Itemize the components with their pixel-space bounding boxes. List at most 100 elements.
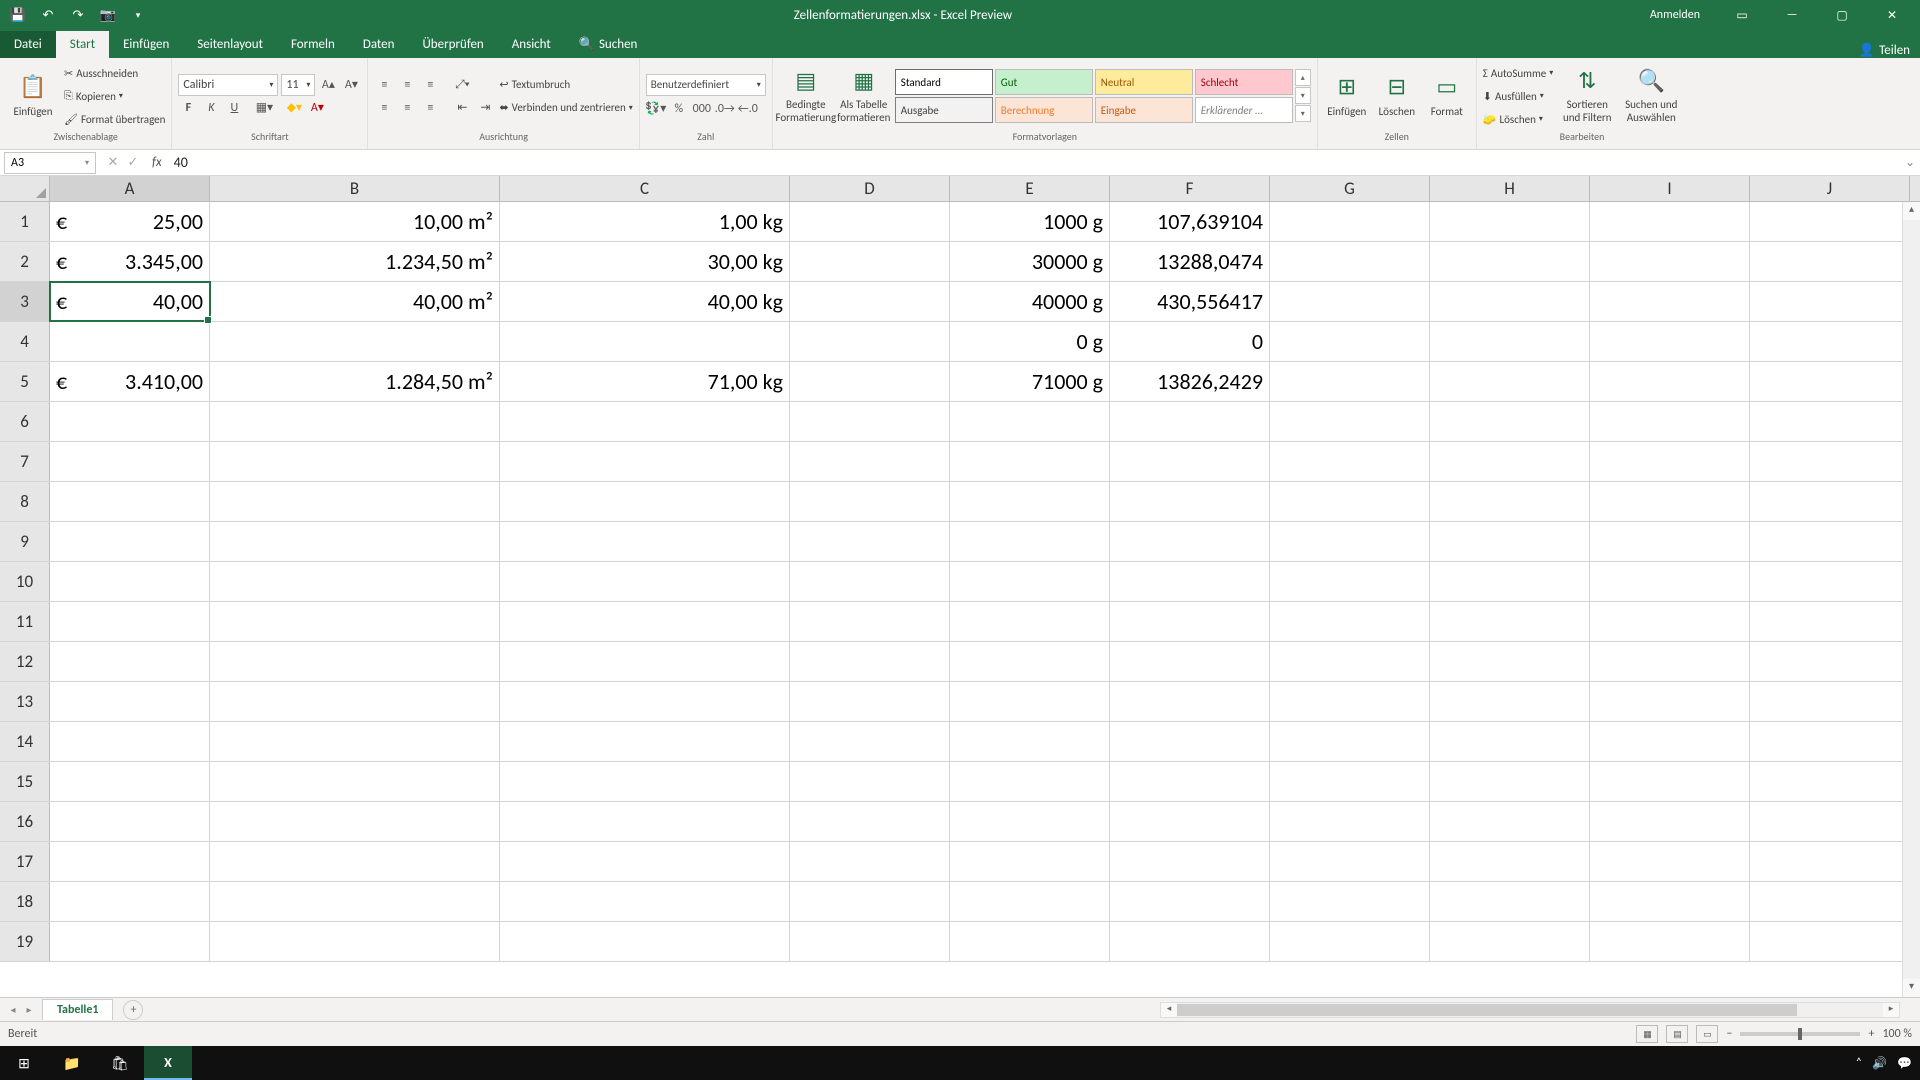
- cell-J19[interactable]: [1750, 922, 1910, 961]
- cell-E16[interactable]: [950, 802, 1110, 841]
- cell-G7[interactable]: [1270, 442, 1430, 481]
- cell-D13[interactable]: [790, 682, 950, 721]
- col-header-I[interactable]: I: [1590, 176, 1750, 201]
- cell-G6[interactable]: [1270, 402, 1430, 441]
- cell-I17[interactable]: [1590, 842, 1750, 881]
- cell-A1[interactable]: €25,00: [50, 202, 210, 241]
- row-header-2[interactable]: 2: [0, 242, 50, 281]
- row-header-9[interactable]: 9: [0, 522, 50, 561]
- cell-J18[interactable]: [1750, 882, 1910, 921]
- align-right-icon[interactable]: ≡: [420, 98, 440, 118]
- format-as-table-button[interactable]: ▦Als Tabelle formatieren: [837, 63, 891, 129]
- row-header-16[interactable]: 16: [0, 802, 50, 841]
- row-header-15[interactable]: 15: [0, 762, 50, 801]
- autosum-button[interactable]: ΣAutoSumme▾: [1483, 63, 1553, 83]
- cell-C15[interactable]: [500, 762, 790, 801]
- merge-button[interactable]: ⬌Verbinden und zentrieren▾: [499, 98, 632, 118]
- cell-F18[interactable]: [1110, 882, 1270, 921]
- cell-I1[interactable]: [1590, 202, 1750, 241]
- cell-I18[interactable]: [1590, 882, 1750, 921]
- cell-E9[interactable]: [950, 522, 1110, 561]
- cell-B12[interactable]: [210, 642, 500, 681]
- cell-B4[interactable]: [210, 322, 500, 361]
- cell-J15[interactable]: [1750, 762, 1910, 801]
- cell-A6[interactable]: [50, 402, 210, 441]
- cell-E8[interactable]: [950, 482, 1110, 521]
- cell-B8[interactable]: [210, 482, 500, 521]
- cell-D16[interactable]: [790, 802, 950, 841]
- cell-J10[interactable]: [1750, 562, 1910, 601]
- notifications-icon[interactable]: 💬: [1897, 1056, 1912, 1071]
- paste-button[interactable]: 📋Einfügen: [6, 63, 60, 129]
- cell-B7[interactable]: [210, 442, 500, 481]
- cell-I19[interactable]: [1590, 922, 1750, 961]
- font-color-button[interactable]: A▾: [307, 98, 327, 118]
- sheet-tab[interactable]: Tabelle1: [42, 999, 113, 1020]
- cell-H16[interactable]: [1430, 802, 1590, 841]
- cell-B10[interactable]: [210, 562, 500, 601]
- cell-J14[interactable]: [1750, 722, 1910, 761]
- tab-file[interactable]: Datei: [0, 31, 56, 58]
- align-middle-icon[interactable]: ≡: [397, 75, 417, 95]
- cell-G11[interactable]: [1270, 602, 1430, 641]
- fill-button[interactable]: ⬇Ausfüllen▾: [1483, 86, 1553, 106]
- row-header-11[interactable]: 11: [0, 602, 50, 641]
- copy-button[interactable]: ⎘Kopieren▾: [64, 86, 165, 106]
- cell-H4[interactable]: [1430, 322, 1590, 361]
- cell-D9[interactable]: [790, 522, 950, 561]
- cell-J12[interactable]: [1750, 642, 1910, 681]
- indent-increase-icon[interactable]: ⇥: [475, 98, 495, 118]
- cell-E2[interactable]: 30000 g: [950, 242, 1110, 281]
- cell-I15[interactable]: [1590, 762, 1750, 801]
- cell-C17[interactable]: [500, 842, 790, 881]
- excel-taskbar-icon[interactable]: X: [144, 1046, 192, 1080]
- cell-styles-gallery[interactable]: Standard Ausgabe Gut Berechnung Neutral …: [895, 69, 1311, 123]
- cell-D19[interactable]: [790, 922, 950, 961]
- cell-C1[interactable]: 1,00 kg: [500, 202, 790, 241]
- cell-D4[interactable]: [790, 322, 950, 361]
- cell-E19[interactable]: [950, 922, 1110, 961]
- ribbon-options-icon[interactable]: ▭: [1720, 1, 1764, 29]
- cell-E4[interactable]: 0 g: [950, 322, 1110, 361]
- sort-filter-button[interactable]: ⇅Sortieren und Filtern: [1557, 63, 1617, 129]
- row-header-3[interactable]: 3: [0, 282, 50, 321]
- cell-J8[interactable]: [1750, 482, 1910, 521]
- row-header-4[interactable]: 4: [0, 322, 50, 361]
- cell-J11[interactable]: [1750, 602, 1910, 641]
- share-button[interactable]: Teilen: [1879, 43, 1910, 58]
- scroll-up-icon[interactable]: ▴: [1903, 202, 1920, 220]
- cell-A18[interactable]: [50, 882, 210, 921]
- tray-up-icon[interactable]: ˄: [1856, 1056, 1862, 1070]
- cell-C16[interactable]: [500, 802, 790, 841]
- hscroll-thumb[interactable]: [1177, 1004, 1797, 1016]
- tab-formulas[interactable]: Formeln: [277, 31, 349, 58]
- cell-E10[interactable]: [950, 562, 1110, 601]
- cell-D17[interactable]: [790, 842, 950, 881]
- cell-A3[interactable]: €40,00: [50, 282, 210, 321]
- cell-I3[interactable]: [1590, 282, 1750, 321]
- cell-B6[interactable]: [210, 402, 500, 441]
- cell-G8[interactable]: [1270, 482, 1430, 521]
- cell-F3[interactable]: 430,556417: [1110, 282, 1270, 321]
- col-header-B[interactable]: B: [210, 176, 500, 201]
- cell-B19[interactable]: [210, 922, 500, 961]
- tab-home[interactable]: Start: [56, 31, 109, 58]
- row-header-1[interactable]: 1: [0, 202, 50, 241]
- cancel-icon[interactable]: ✕: [104, 155, 122, 170]
- cell-F6[interactable]: [1110, 402, 1270, 441]
- cell-I9[interactable]: [1590, 522, 1750, 561]
- cell-F12[interactable]: [1110, 642, 1270, 681]
- cell-G9[interactable]: [1270, 522, 1430, 561]
- cell-B2[interactable]: 1.234,50 m²: [210, 242, 500, 281]
- cell-A7[interactable]: [50, 442, 210, 481]
- cell-J4[interactable]: [1750, 322, 1910, 361]
- row-header-12[interactable]: 12: [0, 642, 50, 681]
- cell-F7[interactable]: [1110, 442, 1270, 481]
- cell-A12[interactable]: [50, 642, 210, 681]
- row-header-5[interactable]: 5: [0, 362, 50, 401]
- minimize-icon[interactable]: —: [1770, 1, 1814, 29]
- col-header-C[interactable]: C: [500, 176, 790, 201]
- style-output[interactable]: Ausgabe: [895, 97, 993, 123]
- gallery-scroll[interactable]: ▴▾▾: [1295, 69, 1311, 123]
- cell-E15[interactable]: [950, 762, 1110, 801]
